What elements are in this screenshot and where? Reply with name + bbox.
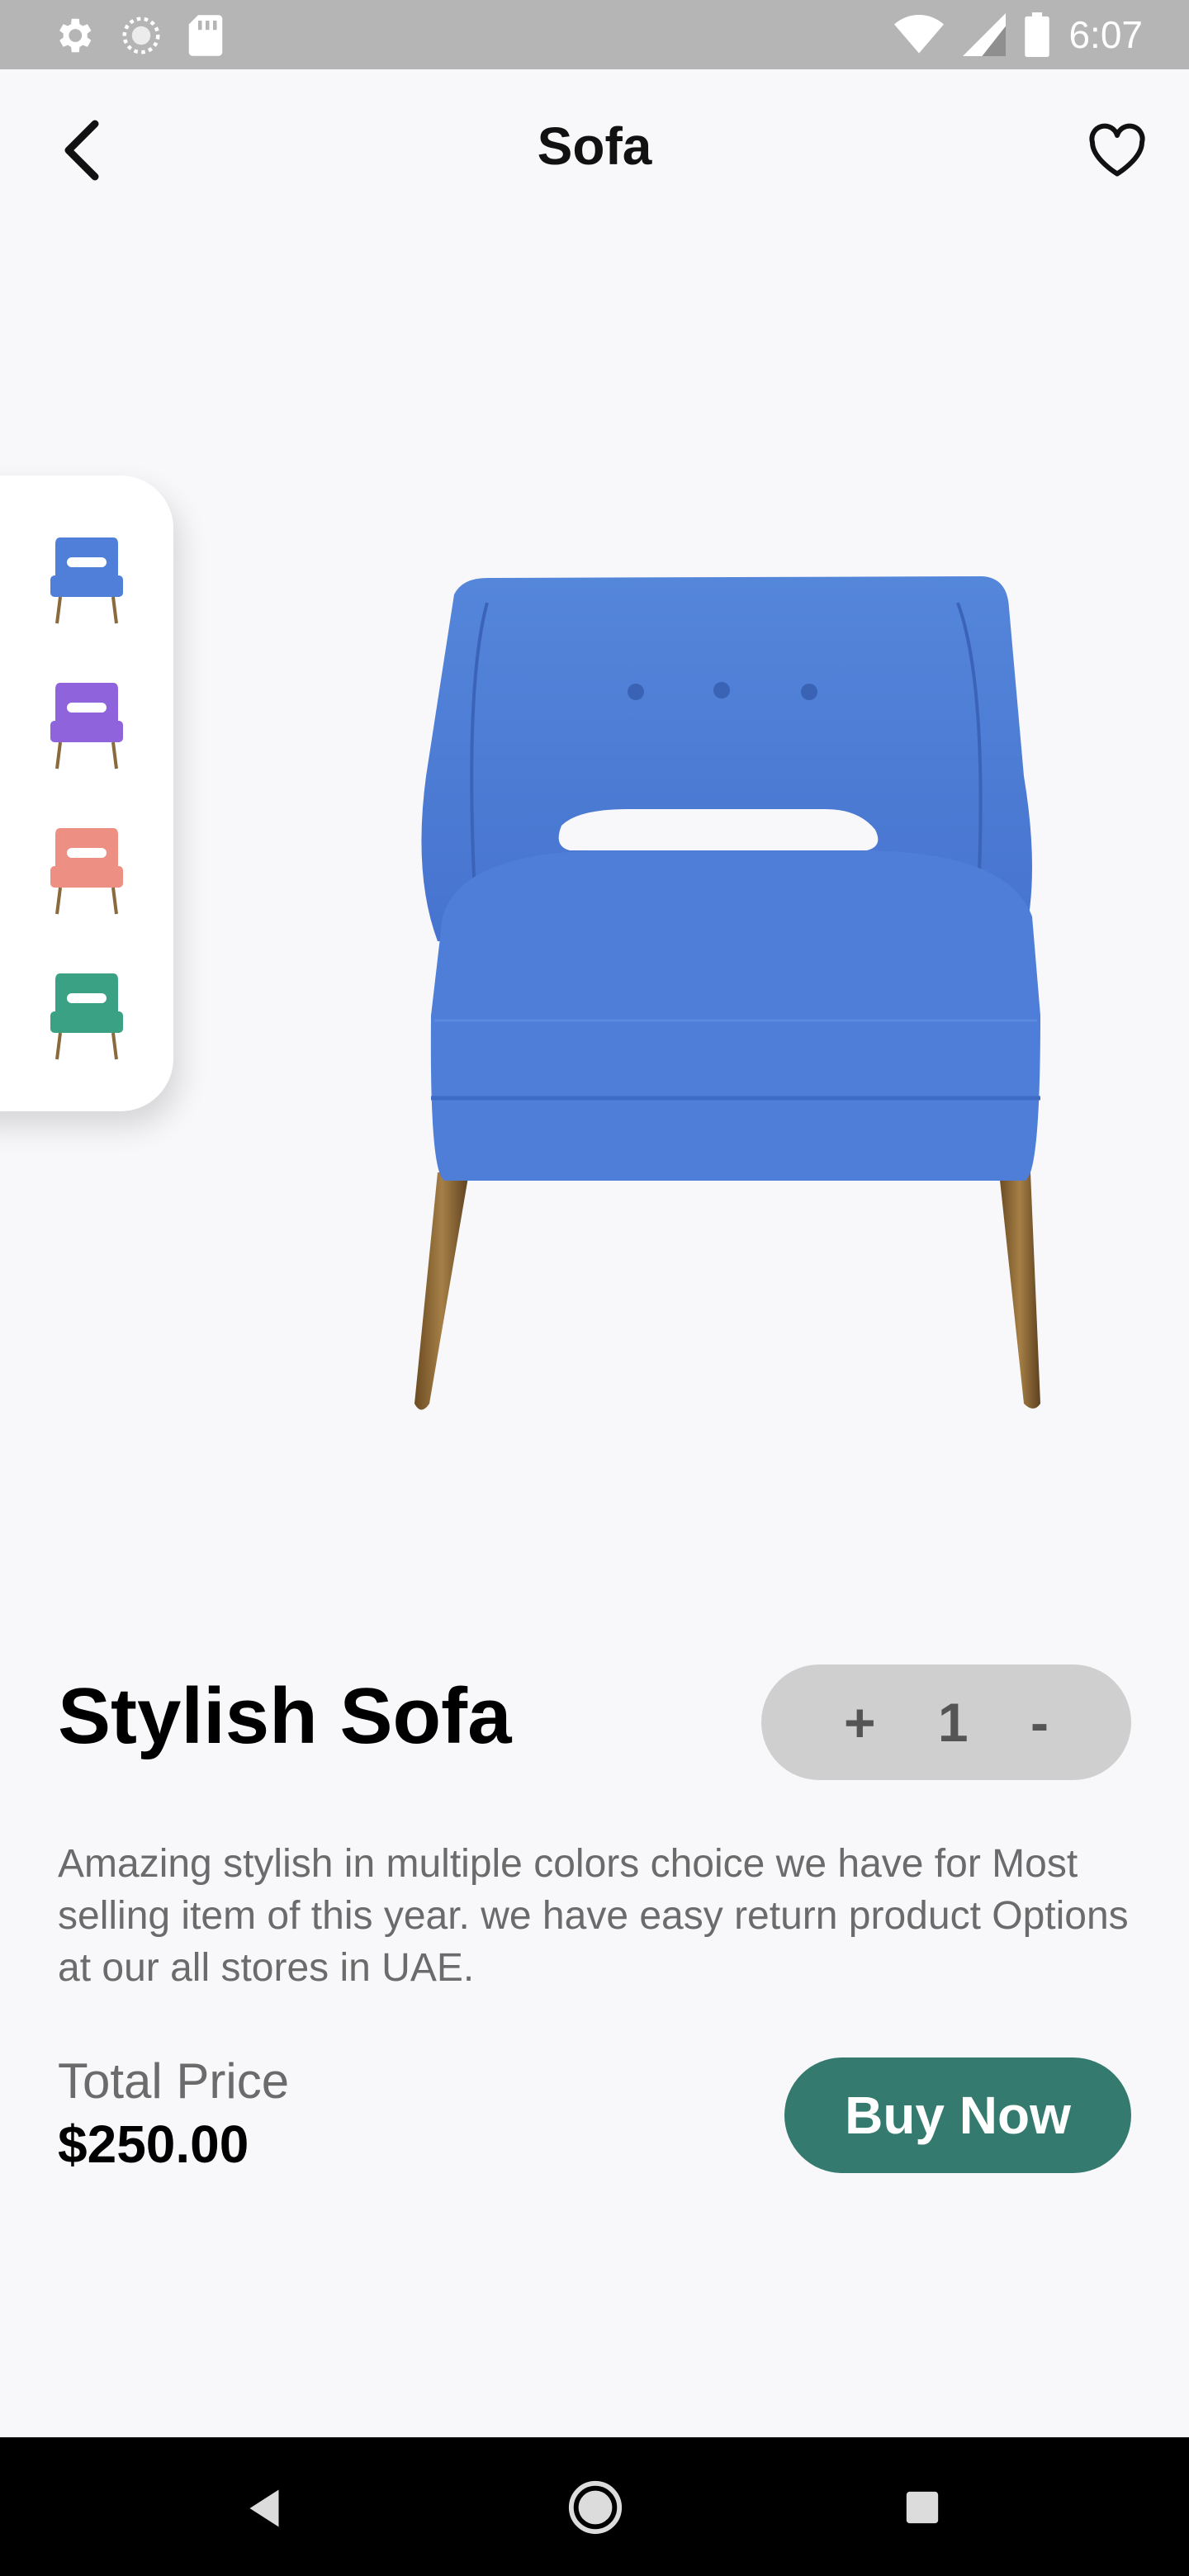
buy-now-button[interactable]: Buy Now: [784, 2057, 1131, 2173]
product-description: Amazing stylish in multiple colors choic…: [58, 1842, 1129, 1990]
nav-back-icon[interactable]: [239, 2484, 289, 2533]
thumbnail-purple-chair[interactable]: [33, 670, 140, 778]
favorite-button[interactable]: [1080, 116, 1154, 185]
thumbnail-green-chair[interactable]: [33, 961, 140, 1068]
app-bar: Sofa: [0, 69, 1189, 231]
quantity-value: 1: [937, 1692, 969, 1753]
quantity-stepper: + 1 -: [761, 1664, 1131, 1780]
settings-icon: [59, 18, 92, 53]
navigation-bar: [0, 2437, 1189, 2576]
signal-icon: [963, 13, 1007, 56]
page-title: Sofa: [537, 116, 652, 176]
sync-icon: [122, 17, 160, 54]
status-bar: 6:07: [0, 0, 1189, 69]
thumbnail-blue-chair[interactable]: [33, 525, 140, 632]
battery-icon: [1025, 12, 1050, 57]
quantity-minus-button[interactable]: -: [1030, 1691, 1049, 1754]
status-time: 6:07: [1068, 13, 1143, 56]
chair-icon: [50, 828, 123, 915]
total-price-label: Total Price: [58, 2053, 290, 2109]
thumbnail-pink-chair[interactable]: [33, 816, 140, 923]
product-name: Stylish Sofa: [58, 1672, 512, 1760]
product-image: [414, 576, 1040, 1410]
total-price-value: $250.00: [58, 2114, 249, 2174]
chair-icon: [50, 683, 123, 769]
status-right-icons: 6:07: [893, 8, 1143, 61]
sd-card-icon: [188, 15, 223, 56]
heart-outline-icon: [1089, 123, 1145, 177]
nav-home-icon[interactable]: [566, 2479, 624, 2536]
quantity-plus-button[interactable]: +: [844, 1691, 876, 1754]
chair-icon: [50, 537, 123, 624]
wifi-icon: [894, 15, 945, 54]
chair-icon: [50, 973, 123, 1060]
color-thumbnail-panel: [0, 476, 173, 1111]
status-left-icons: [51, 13, 225, 58]
nav-recents-icon[interactable]: [903, 2488, 941, 2526]
